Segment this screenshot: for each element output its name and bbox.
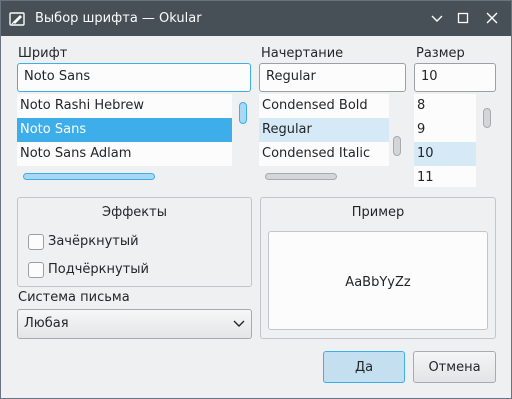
list-item[interactable]: Noto Rashi Hebrew xyxy=(17,94,232,118)
style-list-horizontal-scrollbar[interactable] xyxy=(265,173,337,180)
font-dialog-window: Выбор шрифта — Okular Шрифт Noto Sans No… xyxy=(0,0,512,399)
size-input[interactable]: 10 xyxy=(414,63,496,92)
chevron-down-icon xyxy=(233,320,245,327)
effects-groupbox: Эффекты Зачёркнутый Подчёркнутый xyxy=(17,197,252,287)
maximize-icon[interactable] xyxy=(454,9,472,27)
list-item[interactable]: Noto Sans xyxy=(17,118,232,142)
ok-button[interactable]: Да xyxy=(323,351,405,383)
okular-app-icon[interactable] xyxy=(8,10,26,28)
style-list[interactable]: Condensed Bold Regular Condensed Italic xyxy=(259,94,389,166)
writing-system-combobox[interactable]: Любая xyxy=(17,309,252,339)
sample-text: AaBbYyZz xyxy=(345,275,411,290)
list-item[interactable]: Condensed Italic xyxy=(259,142,389,166)
list-item[interactable]: 9 xyxy=(414,118,476,142)
cancel-button[interactable]: Отмена xyxy=(413,351,496,383)
strikeout-label[interactable]: Зачёркнутый xyxy=(48,234,139,249)
list-item[interactable]: Condensed Bold xyxy=(259,94,389,118)
list-item[interactable]: 11 xyxy=(414,166,476,187)
strikeout-checkbox[interactable] xyxy=(28,234,44,250)
underline-checkbox[interactable] xyxy=(28,262,44,278)
minimize-icon[interactable] xyxy=(428,9,446,27)
font-list-vertical-scrollbar[interactable] xyxy=(239,102,247,124)
list-item[interactable]: 10 xyxy=(414,142,476,166)
font-list-horizontal-scrollbar[interactable] xyxy=(23,173,155,180)
sample-groupbox: Пример AaBbYyZz xyxy=(260,197,496,339)
font-family-label: Шрифт xyxy=(18,46,68,61)
size-label: Размер xyxy=(416,46,465,61)
size-list-vertical-scrollbar[interactable] xyxy=(483,108,491,128)
titlebar[interactable]: Выбор шрифта — Okular xyxy=(1,1,511,36)
list-item[interactable]: Noto Sans Adlam xyxy=(17,142,232,166)
style-label: Начертание xyxy=(261,46,344,61)
sample-preview: AaBbYyZz xyxy=(268,231,488,330)
style-list-vertical-scrollbar[interactable] xyxy=(393,136,401,156)
writing-system-label: Система письма xyxy=(18,290,130,305)
style-input[interactable]: Regular xyxy=(259,63,406,92)
size-list[interactable]: 8 9 10 11 xyxy=(414,94,476,187)
list-item[interactable]: 8 xyxy=(414,94,476,118)
list-item[interactable]: Regular xyxy=(259,118,389,142)
effects-title: Эффекты xyxy=(102,205,167,220)
sample-title: Пример xyxy=(351,205,405,220)
font-family-input[interactable]: Noto Sans xyxy=(17,63,251,92)
font-family-list[interactable]: Noto Rashi Hebrew Noto Sans Noto Sans Ad… xyxy=(17,94,232,166)
window-title: Выбор шрифта — Okular xyxy=(35,11,202,26)
close-icon[interactable] xyxy=(483,9,501,27)
strikeout-option[interactable]: Зачёркнутый xyxy=(28,234,228,252)
underline-option[interactable]: Подчёркнутый xyxy=(28,262,228,280)
underline-label[interactable]: Подчёркнутый xyxy=(48,262,149,277)
writing-system-value: Любая xyxy=(24,316,69,331)
